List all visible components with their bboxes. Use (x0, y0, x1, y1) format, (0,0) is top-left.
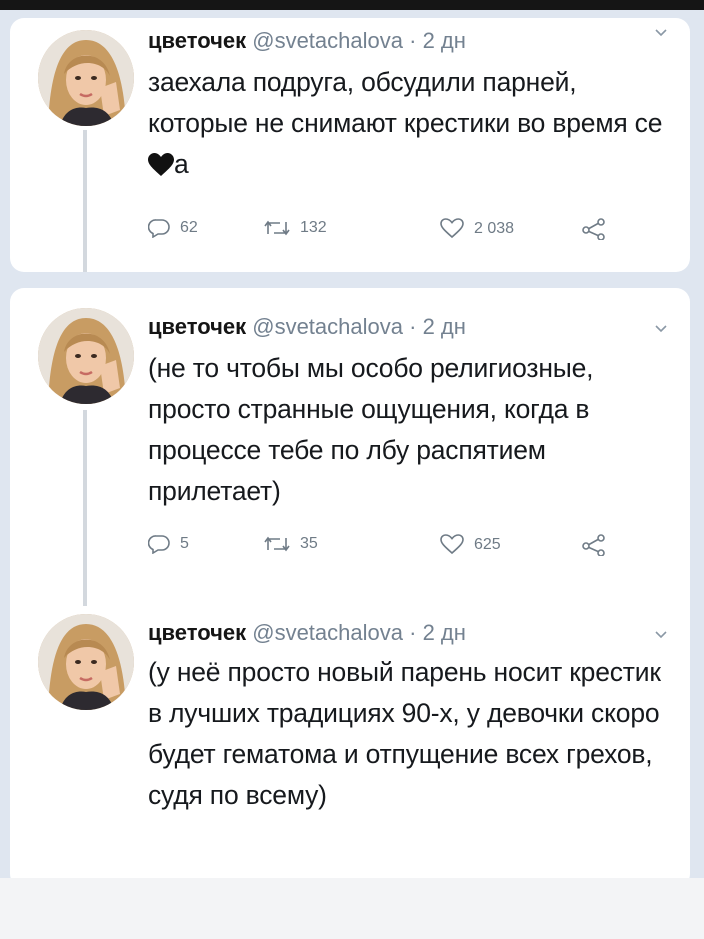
reply-icon (148, 219, 170, 238)
display-name[interactable]: цветочек (148, 314, 246, 339)
display-name[interactable]: цветочек (148, 28, 246, 53)
share-button[interactable] (582, 534, 606, 556)
reply-button[interactable]: 5 (148, 534, 189, 554)
separator-dot: · (409, 28, 417, 53)
reply-count: 62 (180, 219, 198, 236)
like-button[interactable]: 2 038 (440, 218, 514, 239)
retweet-button[interactable]: 35 (264, 534, 318, 554)
username[interactable]: @svetachalova (252, 314, 403, 339)
thread-line (83, 410, 87, 606)
tweet-card-1: цветочек @svetachalova · 2 дн заехала по… (10, 18, 690, 272)
reply-count: 5 (180, 535, 189, 552)
retweet-count: 132 (300, 219, 327, 236)
chevron-down-icon[interactable] (654, 322, 668, 336)
like-count: 625 (474, 535, 501, 553)
tweet-actions: 62 132 2 038 (148, 218, 628, 244)
share-icon (582, 218, 605, 240)
like-count: 2 038 (474, 219, 515, 237)
tweet-text: заехала подруга, обсудили парней, которы… (148, 62, 668, 185)
avatar-photo-icon (38, 308, 134, 404)
timestamp[interactable]: 2 дн (423, 28, 466, 53)
chevron-down-icon[interactable] (654, 628, 668, 642)
display-name[interactable]: цветочек (148, 620, 246, 645)
tweet-text: (у неё просто новый парень носит крестик… (148, 657, 661, 810)
reply-icon (148, 535, 170, 554)
username[interactable]: @svetachalova (252, 620, 403, 645)
avatar[interactable] (38, 614, 134, 710)
avatar[interactable] (38, 30, 134, 126)
reply-button[interactable]: 62 (148, 218, 198, 238)
tweet-header: цветочек @svetachalova · 2 дн (148, 314, 466, 340)
tweet-header: цветочек @svetachalova · 2 дн (148, 620, 466, 646)
avatar[interactable] (38, 308, 134, 404)
username[interactable]: @svetachalova (252, 28, 403, 53)
avatar-photo-icon (38, 30, 134, 126)
retweet-count: 35 (300, 535, 318, 552)
thread-line (83, 130, 87, 272)
retweet-button[interactable]: 132 (264, 218, 327, 238)
chevron-down-icon[interactable] (654, 26, 668, 40)
tweet-text-part: а (174, 149, 189, 179)
bottom-area (0, 878, 704, 939)
heart-icon (440, 218, 464, 239)
tweet-header: цветочек @svetachalova · 2 дн (148, 28, 466, 54)
tweet-actions: 5 35 625 (148, 534, 628, 560)
timestamp[interactable]: 2 дн (423, 620, 466, 645)
like-button[interactable]: 625 (440, 534, 501, 555)
share-button[interactable] (582, 218, 606, 240)
retweet-icon (264, 220, 290, 236)
timestamp[interactable]: 2 дн (423, 314, 466, 339)
separator-dot: · (409, 620, 417, 645)
heart-icon (440, 534, 464, 555)
tweet-text-part: заехала подруга, обсудили парней, которы… (148, 67, 663, 138)
black-heart-icon (148, 153, 174, 176)
separator-dot: · (409, 314, 417, 339)
tweet-card-2: цветочек @svetachalova · 2 дн (не то что… (10, 288, 690, 888)
share-icon (582, 534, 605, 556)
retweet-icon (264, 536, 290, 552)
tweet-text: (не то чтобы мы особо религиозные, прост… (148, 353, 594, 506)
avatar-photo-icon (38, 614, 134, 710)
top-bar (0, 0, 704, 10)
